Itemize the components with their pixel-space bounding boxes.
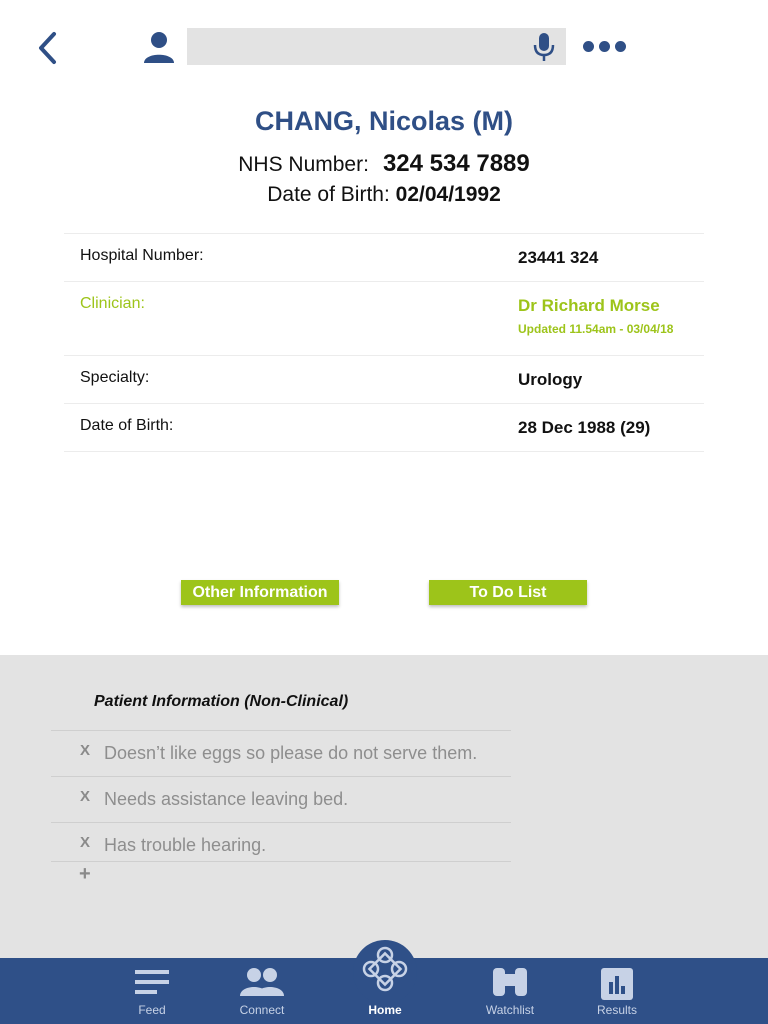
- patient-details-table: Hospital Number: 23441 324 Clinician: Dr…: [64, 233, 704, 452]
- nav-results-label: Results: [596, 1003, 637, 1017]
- nav-results[interactable]: Results: [572, 958, 662, 1024]
- specialty-label: Specialty:: [80, 369, 150, 386]
- nav-home-label: Home: [368, 1003, 402, 1017]
- clinician-updated: Updated 11.54am - 03/04/18: [518, 322, 674, 336]
- specialty-value: Urology: [518, 370, 583, 389]
- patient-info-panel: Patient Information (Non-Clinical) X Doe…: [0, 655, 768, 958]
- list-item: X Doesn’t like eggs so please do not ser…: [51, 730, 511, 776]
- patient-info-list: X Doesn’t like eggs so please do not ser…: [51, 730, 511, 862]
- add-item-button[interactable]: +: [79, 863, 91, 886]
- clinician-row[interactable]: Clinician: Dr Richard Morse Updated 11.5…: [64, 282, 704, 356]
- chevron-left-icon: [39, 32, 56, 64]
- nhs-label: NHS Number:: [238, 153, 369, 176]
- nav-connect[interactable]: Connect: [217, 958, 307, 1024]
- binoculars-icon: [493, 968, 527, 996]
- patient-info-title: Patient Information (Non-Clinical): [94, 693, 349, 710]
- dob-value: 28 Dec 1988 (29): [518, 418, 651, 437]
- hospital-number-value: 23441 324: [518, 248, 599, 267]
- nav-feed-label: Feed: [138, 1003, 166, 1017]
- patient-name: CHANG, Nicolas (M): [254, 106, 514, 136]
- header-dob: Date of Birth: 02/04/1992: [0, 183, 768, 207]
- dob-label: Date of Birth:: [80, 417, 174, 434]
- list-item: X Has trouble hearing.: [51, 822, 511, 862]
- nav-watchlist[interactable]: Watchlist: [465, 958, 555, 1024]
- search-input[interactable]: [187, 28, 566, 65]
- voice-search-button[interactable]: [532, 32, 556, 62]
- back-button[interactable]: [34, 28, 62, 68]
- todo-list-button[interactable]: To Do List: [429, 580, 587, 605]
- nav-feed[interactable]: Feed: [107, 958, 197, 1024]
- hospital-number-label: Hospital Number:: [80, 247, 204, 264]
- remove-item-button[interactable]: X: [80, 788, 90, 805]
- clinician-label: Clinician:: [80, 295, 145, 312]
- remove-item-button[interactable]: X: [80, 834, 90, 851]
- patient-detail-screen: CHANG, Nicolas (M) NHS Number: 324 534 78…: [0, 0, 768, 1024]
- feed-lines-icon: [135, 970, 169, 994]
- nav-connect-label: Connect: [239, 1003, 285, 1017]
- microphone-icon: [533, 33, 555, 61]
- header-dob-value: 02/04/1992: [395, 183, 501, 206]
- nhs-number: NHS Number: 324 534 7889: [0, 150, 768, 178]
- nav-watchlist-label: Watchlist: [485, 1003, 535, 1017]
- info-item-text: Has trouble hearing.: [104, 835, 267, 855]
- other-information-button[interactable]: Other Information: [181, 580, 339, 605]
- more-options-button[interactable]: [583, 36, 629, 56]
- user-profile-button[interactable]: [142, 30, 176, 64]
- more-dots-icon: [583, 40, 594, 52]
- people-icon: [240, 968, 284, 996]
- nav-home[interactable]: Home: [340, 946, 430, 1024]
- dob-row: Date of Birth: 28 Dec 1988 (29): [64, 404, 704, 452]
- remove-item-button[interactable]: X: [80, 742, 90, 759]
- list-item: X Needs assistance leaving bed.: [51, 776, 511, 822]
- info-item-text: Doesn’t like eggs so please do not serve…: [104, 743, 478, 763]
- nhs-value: 324 534 7889: [382, 150, 530, 177]
- clinician-value[interactable]: Dr Richard Morse: [518, 296, 660, 316]
- hospital-number-row: Hospital Number: 23441 324: [64, 234, 704, 282]
- home-knot-icon: [362, 946, 408, 992]
- person-icon: [144, 32, 174, 63]
- header-dob-label: Date of Birth:: [267, 183, 390, 206]
- info-item-text: Needs assistance leaving bed.: [104, 789, 349, 809]
- specialty-row: Specialty: Urology: [64, 356, 704, 404]
- bar-chart-icon: [601, 968, 633, 1000]
